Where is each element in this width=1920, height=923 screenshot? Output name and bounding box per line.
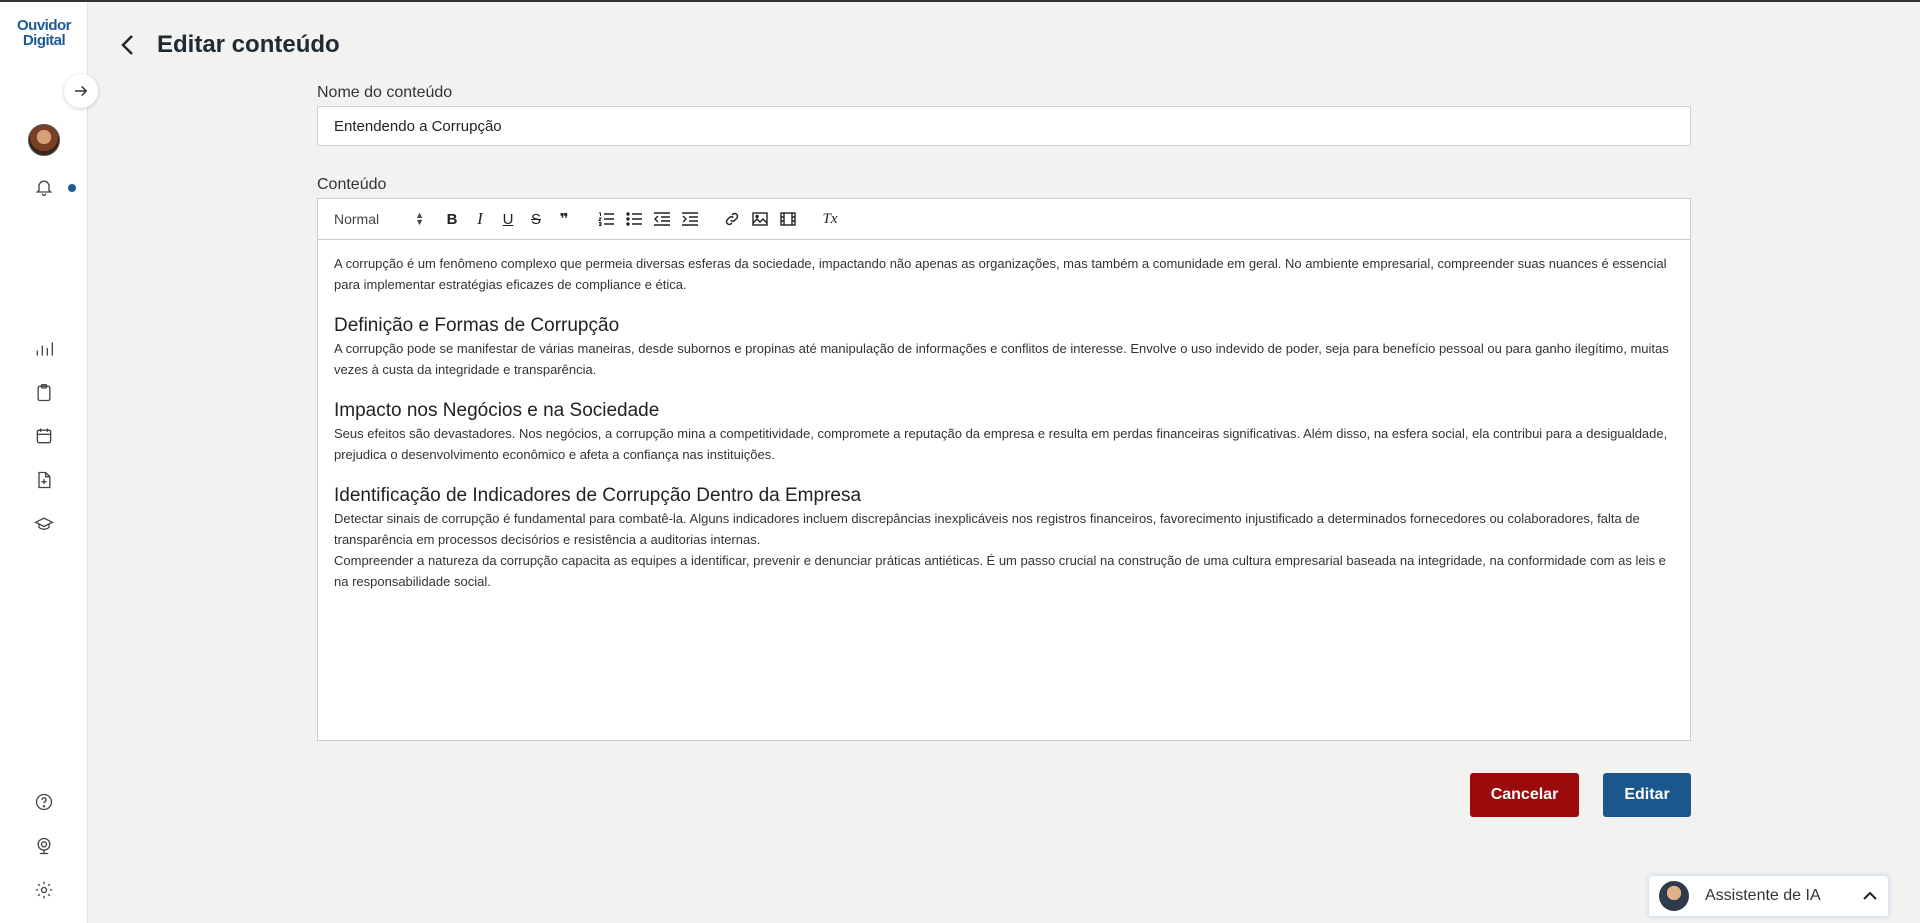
assistant-avatar [1659,881,1689,911]
app-logo[interactable]: Ouvidor Digital [14,18,74,48]
rich-text-editor: Normal ▲ ▼ B I U S ❞ Tx A corrupção é um… [317,198,1691,741]
link-icon [725,212,739,226]
chevron-up-icon[interactable] [1862,891,1878,901]
chart-icon[interactable] [31,336,57,362]
content-label: Conteúdo [317,176,387,193]
page-title: Editar conteúdo [157,31,340,58]
indent-icon [682,212,698,226]
image-button[interactable] [746,207,774,231]
ai-assistant-panel[interactable]: Assistente de IA [1649,876,1888,916]
clipboard-icon[interactable] [31,380,57,406]
assistant-label: Assistente de IA [1705,887,1821,904]
bullet-list-icon [626,212,642,226]
name-label: Nome do conteúdo [317,84,453,101]
notification-dot [68,184,76,192]
section-heading: Definição e Formas de Corrupção [334,315,620,336]
section-paragraph: Detectar sinais de corrupção é fundament… [334,511,1640,547]
ordered-list-icon [598,212,614,226]
calendar-icon[interactable] [31,423,57,449]
link-button[interactable] [718,207,746,231]
italic-button[interactable]: I [466,207,494,231]
arrow-right-icon [75,85,88,97]
help-icon[interactable] [31,789,57,815]
format-select[interactable]: Normal ▲ ▼ [334,210,424,228]
expand-sidebar-button[interactable] [64,74,98,108]
select-arrows-icon: ▲ ▼ [415,210,424,227]
back-button[interactable] [116,30,140,60]
video-button[interactable] [774,207,802,231]
bold-button[interactable]: B [438,207,466,231]
outdent-icon [654,212,670,226]
window-top-border [0,0,1920,2]
section-paragraph: Seus efeitos são devastadores. Nos negóc… [334,426,1668,462]
avatar[interactable] [28,124,60,156]
cancel-button[interactable]: Cancelar [1470,773,1579,817]
logo-line-1: Ouvidor [16,17,72,34]
ordered-list-button[interactable] [592,207,620,231]
strike-button[interactable]: S [522,207,550,231]
gear-icon[interactable] [31,877,57,903]
blockquote-button[interactable]: ❞ [550,207,578,231]
bullet-list-button[interactable] [620,207,648,231]
section-heading: Impacto nos Negócios e na Sociedade [334,400,660,421]
editor-content[interactable]: A corrupção é um fenômeno complexo que p… [318,240,1690,605]
image-icon [752,212,768,226]
clear-format-button[interactable]: Tx [816,207,844,231]
bell-icon[interactable] [31,174,57,200]
video-icon [780,212,796,226]
clear-format-icon: Tx [822,210,838,227]
editor-toolbar: Normal ▲ ▼ B I U S ❞ Tx [318,199,1690,240]
content-name-input[interactable] [317,106,1691,146]
section-paragraph: A corrupção pode se manifestar de várias… [334,341,1669,377]
graduation-cap-icon[interactable] [31,511,57,537]
format-select-value: Normal [334,211,380,227]
sidebar: Ouvidor Digital [0,2,88,923]
logo-line-2: Digital [22,32,66,49]
outdent-button[interactable] [648,207,676,231]
edit-button[interactable]: Editar [1603,773,1691,817]
indent-button[interactable] [676,207,704,231]
section-heading: Identificação de Indicadores de Corrupçã… [334,485,862,506]
webcam-icon[interactable] [31,833,57,859]
underline-button[interactable]: U [494,207,522,231]
section-paragraph: Compreender a natureza da corrupção capa… [334,553,1666,589]
intro-paragraph: A corrupção é um fenômeno complexo que p… [334,256,1667,292]
chevron-left-icon [121,35,133,55]
file-plus-icon[interactable] [31,467,57,493]
